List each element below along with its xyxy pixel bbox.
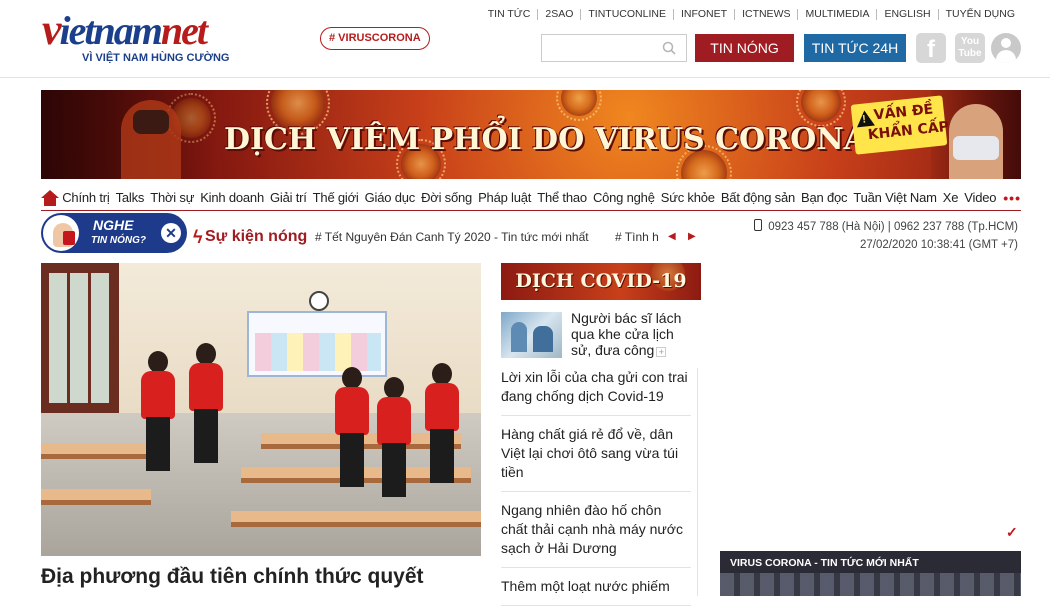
nav-bat-dong-san[interactable]: Bất động sản: [718, 190, 798, 205]
corona-banner[interactable]: DỊCH VIÊM PHỔI DO VIRUS CORONA ! VẤN ĐỀ …: [41, 90, 1021, 179]
nav-kinh-doanh[interactable]: Kinh doanh: [197, 190, 267, 205]
list-item[interactable]: Thêm một loạt nước phiếm: [501, 577, 691, 606]
hero-image[interactable]: [41, 263, 481, 556]
top-link-infonet[interactable]: INFONET: [672, 9, 734, 20]
nav-the-thao[interactable]: Thể thao: [534, 190, 590, 205]
nghe-label: NGHE: [93, 217, 134, 233]
home-icon[interactable]: [41, 189, 59, 206]
nav-phap-luat[interactable]: Pháp luật: [475, 190, 534, 205]
top-link-ictnews[interactable]: ICTNEWS: [734, 9, 797, 20]
nav-xe[interactable]: Xe: [940, 190, 962, 205]
category-nav: Chính trị Talks Thời sự Kinh doanh Giải …: [41, 185, 1021, 211]
nav-chinh-tri[interactable]: Chính trị: [59, 190, 112, 205]
covid-news-list: Lời xin lỗi của cha gửi con trai đang ch…: [501, 368, 691, 615]
featured-thumbnail[interactable]: [501, 312, 562, 358]
hot-topic-tet[interactable]: # Tết Nguyên Đán Canh Tý 2020 - Tin tức …: [315, 230, 589, 244]
phone-icon: [754, 219, 763, 231]
top-link-tin-tuc[interactable]: TIN TỨC: [481, 9, 538, 20]
covid-section-title: DỊCH COVID-19: [515, 270, 687, 292]
youtube-icon[interactable]: You Tube: [955, 33, 985, 63]
virus-corona-box-title: VIRUS CORONA - TIN TỨC MỚI NHẤT: [730, 557, 919, 569]
list-item[interactable]: Lời xin lỗi của cha gửi con trai đang ch…: [501, 368, 691, 416]
user-account-icon[interactable]: [991, 33, 1021, 63]
column-divider: [697, 368, 698, 596]
vietnamnet-logo[interactable]: vietnamnet VÌ VIỆT NAM HÙNG CƯỜNG: [42, 5, 229, 68]
top-link-2sao[interactable]: 2SAO: [537, 9, 580, 20]
listener-avatar-icon: [43, 215, 79, 251]
virus-corona-news-box[interactable]: VIRUS CORONA - TIN TỨC MỚI NHẤT: [720, 551, 1021, 596]
banner-figure-hazmat: [41, 90, 221, 179]
nav-thoi-su[interactable]: Thời sự: [147, 190, 197, 205]
banner-title: DỊCH VIÊM PHỔI DO VIRUS CORONA: [224, 122, 867, 157]
close-icon[interactable]: ✕: [161, 223, 181, 243]
main-headline[interactable]: Địa phương đầu tiên chính thức quyết: [41, 563, 481, 591]
search-box: [541, 34, 687, 62]
lightning-icon: ϟ: [193, 227, 203, 247]
su-kien-nong-label: Sự kiện nóng: [205, 228, 308, 245]
hashtag-viruscorona[interactable]: # VIRUSCORONA: [320, 27, 430, 50]
nav-giai-tri[interactable]: Giải trí: [267, 190, 310, 205]
warning-icon: !: [855, 109, 875, 128]
expand-icon[interactable]: +: [656, 347, 667, 357]
top-link-tuyen-dung[interactable]: TUYỂN DỤNG: [937, 9, 1022, 20]
top-link-multimedia[interactable]: MULTIMEDIA: [797, 9, 876, 20]
top-link-tintuconline[interactable]: TINTUCONLINE: [580, 9, 673, 20]
arrow-left-icon[interactable]: ◀: [668, 231, 676, 242]
nav-the-gioi[interactable]: Thế giới: [310, 190, 362, 205]
nav-suc-khoe[interactable]: Sức khỏe: [658, 190, 718, 205]
tin-tuc-24h-button[interactable]: TIN TỨC 24H: [804, 34, 906, 62]
nav-talks[interactable]: Talks: [113, 190, 148, 205]
nav-cong-nghe[interactable]: Công nghệ: [590, 190, 658, 205]
checkmark-icon: ✓: [1006, 524, 1018, 540]
top-link-english[interactable]: ENGLISH: [876, 9, 937, 20]
nav-giao-duc[interactable]: Giáo dục: [362, 190, 418, 205]
logo-tagline: VÌ VIỆT NAM HÙNG CƯỜNG: [82, 52, 230, 64]
tin-nong-button[interactable]: TIN NÓNG: [695, 34, 794, 62]
su-kien-nong-bar: ϟ Sự kiện nóng # Tết Nguyên Đán Canh Tý …: [193, 226, 703, 250]
list-item[interactable]: Ngang nhiên đào hố chôn chất thải cạnh n…: [501, 501, 691, 568]
hot-topic-tinh-hinh[interactable]: # Tình h: [615, 230, 659, 244]
more-dots-icon[interactable]: •••: [1003, 190, 1021, 206]
search-input[interactable]: [542, 35, 654, 61]
covid-featured-item[interactable]: Người bác sĩ lách qua khe cửa lịch sử, đ…: [501, 310, 691, 362]
nav-tuan-viet-nam[interactable]: Tuần Việt Nam: [850, 190, 939, 205]
arrow-right-icon[interactable]: ▶: [688, 231, 696, 242]
search-icon[interactable]: [662, 41, 676, 55]
nav-ban-doc[interactable]: Bạn đọc: [798, 190, 850, 205]
banner-badge: ! VẤN ĐỀ KHẨN CẤP: [850, 95, 950, 155]
facebook-icon[interactable]: f: [916, 33, 946, 63]
list-item[interactable]: Hàng chất giá rẻ đổ về, dân Việt lại chơ…: [501, 425, 691, 492]
hotline-numbers: 0923 457 788 (Hà Nội) | 0962 237 788 (Tp…: [768, 221, 1018, 233]
site-header: vietnamnet VÌ VIỆT NAM HÙNG CƯỜNG # VIRU…: [0, 0, 1050, 78]
top-links: TIN TỨC 2SAO TINTUCONLINE INFONET ICTNEW…: [481, 9, 1022, 20]
logo-wordmark: vietnamnet: [42, 5, 208, 54]
nghe-tin-nong-widget[interactable]: NGHE TIN NÓNG? ✕: [41, 213, 187, 253]
nav-doi-song[interactable]: Đời sống: [418, 190, 475, 205]
nav-video[interactable]: Video: [961, 190, 999, 205]
current-datetime: 27/02/2020 10:38:41 (GMT +7): [859, 239, 1018, 251]
tin-nong-label: TIN NÓNG?: [91, 235, 146, 246]
covid-section-header[interactable]: DỊCH COVID-19: [501, 263, 701, 300]
hotline: 0923 457 788 (Hà Nội) | 0962 237 788 (Tp…: [754, 219, 1018, 233]
